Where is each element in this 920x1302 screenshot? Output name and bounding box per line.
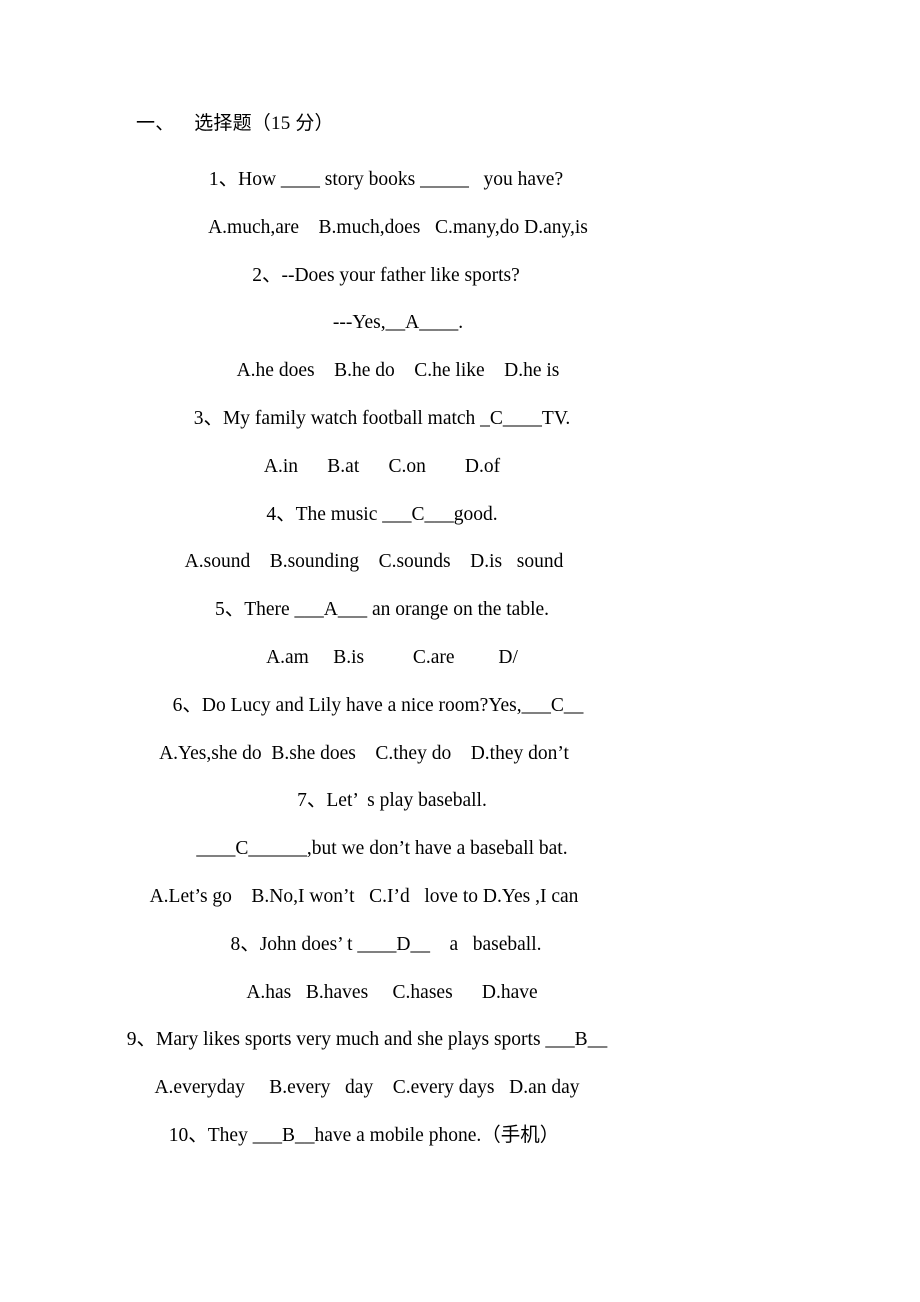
question-text: ____C______,but we don’t have a baseball… bbox=[196, 838, 568, 860]
question-line: 3、My family watch football match _C____T… bbox=[0, 395, 740, 443]
answer-options-text: A.much,are B.much,does C.many,do D.any,i… bbox=[208, 216, 588, 238]
question-text: ---Yes,__A____. bbox=[332, 312, 464, 334]
question-line: ---Yes,__A____. bbox=[0, 299, 740, 347]
answer-options-line: A.much,are B.much,does C.many,do D.any,i… bbox=[0, 204, 740, 252]
answer-options-line: A.sound B.sounding C.sounds D.is sound bbox=[0, 538, 740, 586]
answer-options-text: A.in B.at C.on D.of bbox=[263, 455, 501, 477]
answer-options-text: A.has B.haves C.hases D.have bbox=[246, 981, 538, 1003]
answer-options-line: A.in B.at C.on D.of bbox=[0, 443, 740, 491]
answer-options-text: A.he does B.he do C.he like D.he is bbox=[236, 360, 560, 382]
question-line: 1、How ____ story books _____ you have? bbox=[0, 156, 740, 204]
question-line: ____C______,but we don’t have a baseball… bbox=[0, 825, 740, 873]
question-text: 2、--Does your father like sports? bbox=[252, 264, 520, 286]
question-text: 9、Mary likes sports very much and she pl… bbox=[126, 1029, 608, 1051]
answer-options-line: A.has B.haves C.hases D.have bbox=[0, 969, 740, 1017]
question-text: 7、Let’ s play baseball. bbox=[297, 790, 487, 812]
question-text: 10、They ___B__have a mobile phone.（手机） bbox=[168, 1124, 560, 1146]
question-text: 6、Do Lucy and Lily have a nice room?Yes,… bbox=[172, 694, 584, 716]
question-line: 10、They ___B__have a mobile phone.（手机） bbox=[0, 1112, 740, 1160]
answer-options-line: A.he does B.he do C.he like D.he is bbox=[0, 347, 740, 395]
question-line: 8、John does’ t ____D__ a baseball. bbox=[0, 921, 740, 969]
question-text: 5、There ___A___ an orange on the table. bbox=[214, 599, 550, 621]
question-line: 4、The music ___C___good. bbox=[0, 491, 740, 539]
document-page: 一、 选择题（15 分） 1、How ____ story books ____… bbox=[0, 0, 920, 1302]
answer-options-text: A.sound B.sounding C.sounds D.is sound bbox=[184, 551, 564, 573]
question-text: 8、John does’ t ____D__ a baseball. bbox=[230, 933, 542, 955]
answer-options-line: A.everyday B.every day C.every days D.an… bbox=[0, 1064, 740, 1112]
answer-options-text: A.am B.is C.are D/ bbox=[266, 646, 518, 668]
question-list: 1、How ____ story books _____ you have? A.… bbox=[0, 156, 740, 1160]
answer-options-line: A.Let’s go B.No,I won’t C.I’d love to D.… bbox=[0, 873, 740, 921]
section-heading: 一、 选择题（15 分） bbox=[136, 113, 334, 134]
answer-options-text: A.everyday B.every day C.every days D.an… bbox=[154, 1077, 580, 1099]
answer-options-text: A.Let’s go B.No,I won’t C.I’d love to D.… bbox=[149, 885, 579, 907]
question-line: 7、Let’ s play baseball. bbox=[0, 777, 740, 825]
question-line: 6、Do Lucy and Lily have a nice room?Yes,… bbox=[0, 682, 740, 730]
question-text: 4、The music ___C___good. bbox=[266, 503, 498, 525]
question-text: 3、My family watch football match _C____T… bbox=[193, 407, 571, 429]
question-line: 5、There ___A___ an orange on the table. bbox=[0, 586, 740, 634]
question-line: 9、Mary likes sports very much and she pl… bbox=[0, 1016, 740, 1064]
question-text: 1、How ____ story books _____ you have? bbox=[208, 169, 564, 190]
question-line: 2、--Does your father like sports? bbox=[0, 252, 740, 300]
answer-options-line: A.Yes,she do B.she does C.they do D.they… bbox=[0, 730, 740, 778]
answer-options-line: A.am B.is C.are D/ bbox=[0, 634, 740, 682]
answer-options-text: A.Yes,she do B.she does C.they do D.they… bbox=[159, 742, 569, 764]
